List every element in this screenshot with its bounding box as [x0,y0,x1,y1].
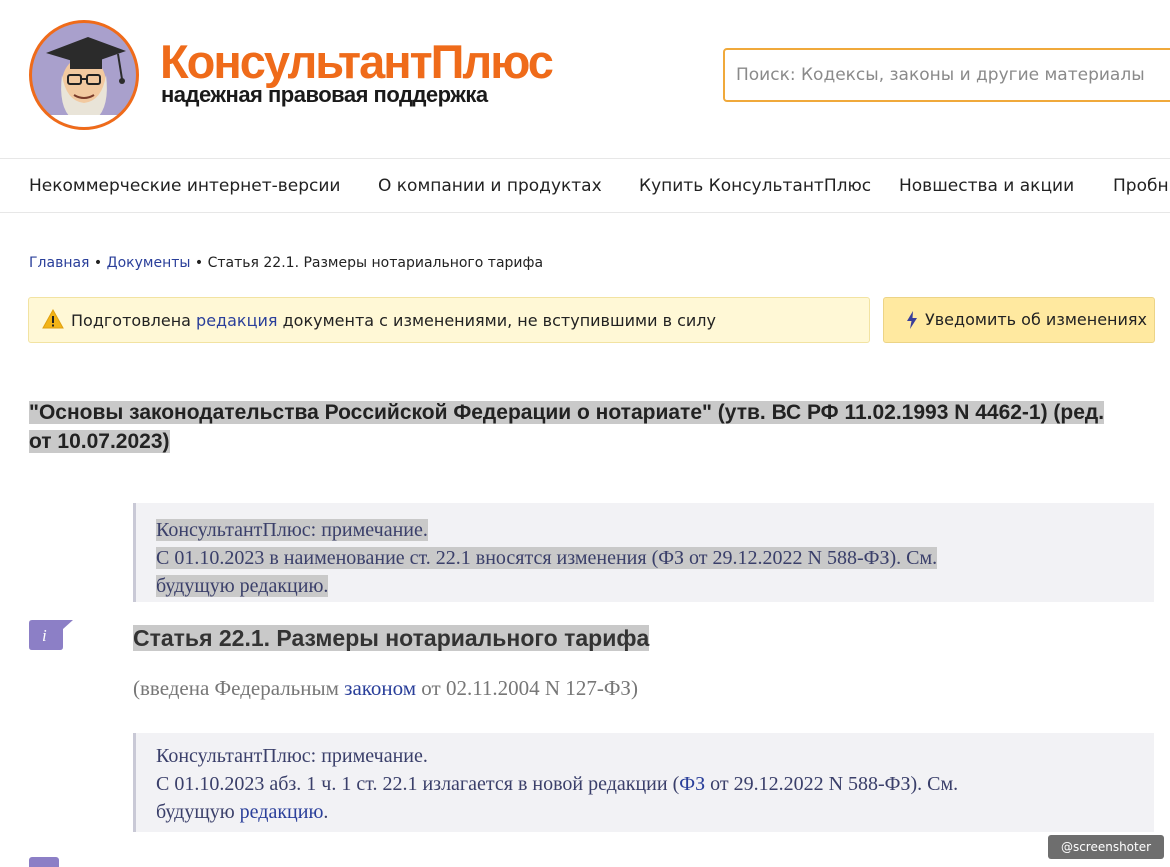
edition-link[interactable]: редакция [196,311,277,330]
pending-changes-notice: Подготовлена редакция документа с измене… [28,297,870,343]
article-title: Статья 22.1. Размеры нотариального тариф… [133,622,650,654]
main-nav: Некоммерческие интернет-версии О компани… [0,158,1170,213]
nav-item-buy[interactable]: Купить КонсультантПлюс [639,176,871,196]
note-heading: КонсультантПлюс: примечание. [156,519,428,541]
nav-item-trial[interactable]: Пробн [1113,176,1169,196]
nav-item-news[interactable]: Новшества и акции [899,176,1074,196]
notice-text-before: Подготовлена [71,311,197,330]
nav-item-about[interactable]: О компании и продуктах [378,176,602,196]
info-icon[interactable] [29,857,59,867]
breadcrumb-home-link[interactable]: Главная [29,255,89,271]
lightning-icon [907,311,917,329]
note-line: будущую редакцию. [156,575,329,597]
note-line: С 01.10.2023 абз. 1 ч. 1 ст. 22.1 излага… [156,773,680,795]
search-box[interactable] [723,48,1170,102]
notice-text: Подготовлена редакция документа с измене… [71,311,716,330]
article-title-text: Статья 22.1. Размеры нотариального тариф… [133,625,650,651]
intro-text-after: от 02.11.2004 N 127-ФЗ) [416,676,638,700]
brand-tagline: надежная правовая поддержка [161,82,488,107]
screenshoter-watermark: @screenshoter [1048,835,1164,859]
svg-text:i: i [42,626,47,645]
note-line: С 01.10.2023 в наименование ст. 22.1 вно… [156,547,938,569]
site-header: КонсультантПлюс надежная правовая поддер… [0,0,1170,158]
search-input[interactable] [725,50,1170,100]
breadcrumb-documents-link[interactable]: Документы [107,255,191,271]
law-link[interactable]: законом [344,676,416,700]
future-edition-link[interactable]: редакцию [240,801,324,823]
breadcrumb-separator: • [89,255,107,271]
nav-item-noncommercial[interactable]: Некоммерческие интернет-версии [29,176,340,196]
info-icon[interactable]: i [29,620,73,650]
consultant-note: КонсультантПлюс: примечание. С 01.10.202… [133,733,1154,832]
logo-mascot-icon[interactable] [29,20,139,130]
document-title: "Основы законодательства Российской Феде… [29,398,1109,456]
note-line: от 29.12.2022 N 588-ФЗ). См. [705,773,959,795]
brand-name[interactable]: КонсультантПлюс [160,38,554,85]
notice-text-after: документа с изменениями, не вступившими … [277,311,716,330]
notify-changes-label: Уведомить об изменениях [925,310,1147,329]
consultant-note: КонсультантПлюс: примечание. С 01.10.202… [133,503,1154,602]
note-line: . [323,801,329,823]
article-intro: (введена Федеральным законом от 02.11.20… [133,676,638,701]
fz-link[interactable]: ФЗ [679,773,705,795]
breadcrumb: Главная • Документы • Статья 22.1. Разме… [29,255,543,271]
notify-changes-button[interactable]: Уведомить об изменениях [883,297,1155,343]
note-line: будущую [156,801,240,823]
intro-text-before: (введена Федеральным [133,676,345,700]
breadcrumb-current: Статья 22.1. Размеры нотариального тариф… [207,255,544,271]
warning-icon [42,309,64,329]
document-title-text: "Основы законодательства Российской Феде… [29,401,1105,453]
note-heading: КонсультантПлюс: примечание. [156,745,428,767]
breadcrumb-separator: • [190,255,208,271]
